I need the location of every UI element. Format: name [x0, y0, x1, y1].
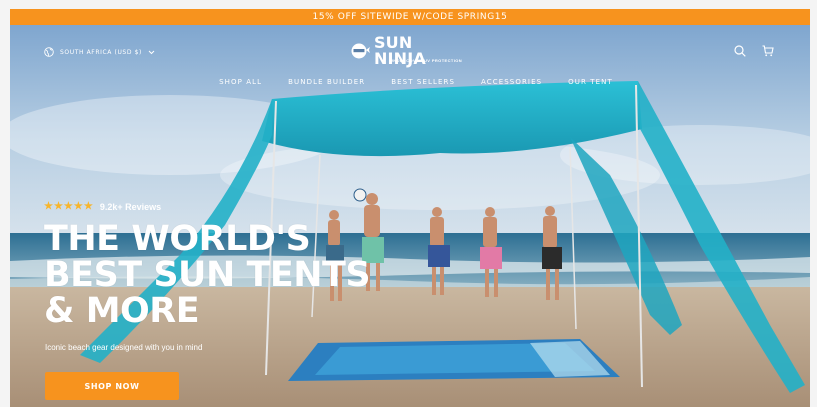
reviews-summary[interactable]: ★★★★★ 9.2k+ Reviews — [44, 201, 161, 212]
page-frame: 15% OFF SITEWIDE W/CODE SPRING15 SOUTH A… — [10, 9, 810, 407]
promo-banner[interactable]: 15% OFF SITEWIDE W/CODE SPRING15 — [10, 9, 810, 25]
site-header: SOUTH AFRICA (USD $) SUN NINJA UNDERCOVE… — [10, 25, 810, 95]
logo-tagline: UNDERCOVER UV PROTECTION — [390, 58, 463, 63]
chevron-down-icon — [148, 50, 155, 54]
star-rating: ★★★★★ — [44, 201, 94, 212]
headline-line-2: BEST SUN TENTS — [44, 255, 371, 295]
country-label: SOUTH AFRICA (USD $) — [60, 48, 142, 56]
nav-item-best-sellers[interactable]: BEST SELLERS — [391, 78, 455, 86]
nav-item-shop-all[interactable]: SHOP ALL — [219, 78, 262, 86]
headline-line-3: & MORE — [44, 291, 200, 331]
headline-line-1: THE WORLD'S — [44, 219, 311, 259]
brand-logo[interactable]: SUN NINJA UNDERCOVER UV PROTECTION — [350, 35, 470, 67]
nav-item-bundle-builder[interactable]: BUNDLE BUILDER — [288, 78, 365, 86]
review-count: 9.2k+ Reviews — [99, 201, 162, 212]
ninja-logo-icon — [351, 43, 370, 59]
cart-icon[interactable] — [762, 45, 774, 57]
hero-headline: THE WORLD'S BEST SUN TENTS & MORE — [44, 219, 371, 331]
country-selector[interactable]: SOUTH AFRICA (USD $) — [44, 47, 155, 57]
search-icon[interactable] — [734, 45, 746, 57]
nav-item-our-tent[interactable]: OUR TENT — [568, 78, 613, 86]
nav-item-accessories[interactable]: ACCESSORIES — [481, 78, 542, 86]
main-nav: SHOP ALL BUNDLE BUILDER BEST SELLERS ACC… — [10, 78, 810, 86]
shop-now-button[interactable]: SHOP NOW — [45, 372, 179, 400]
globe-icon — [44, 47, 54, 57]
header-icons — [734, 45, 774, 57]
hero-subtext: Iconic beach gear designed with you in m… — [45, 343, 203, 352]
